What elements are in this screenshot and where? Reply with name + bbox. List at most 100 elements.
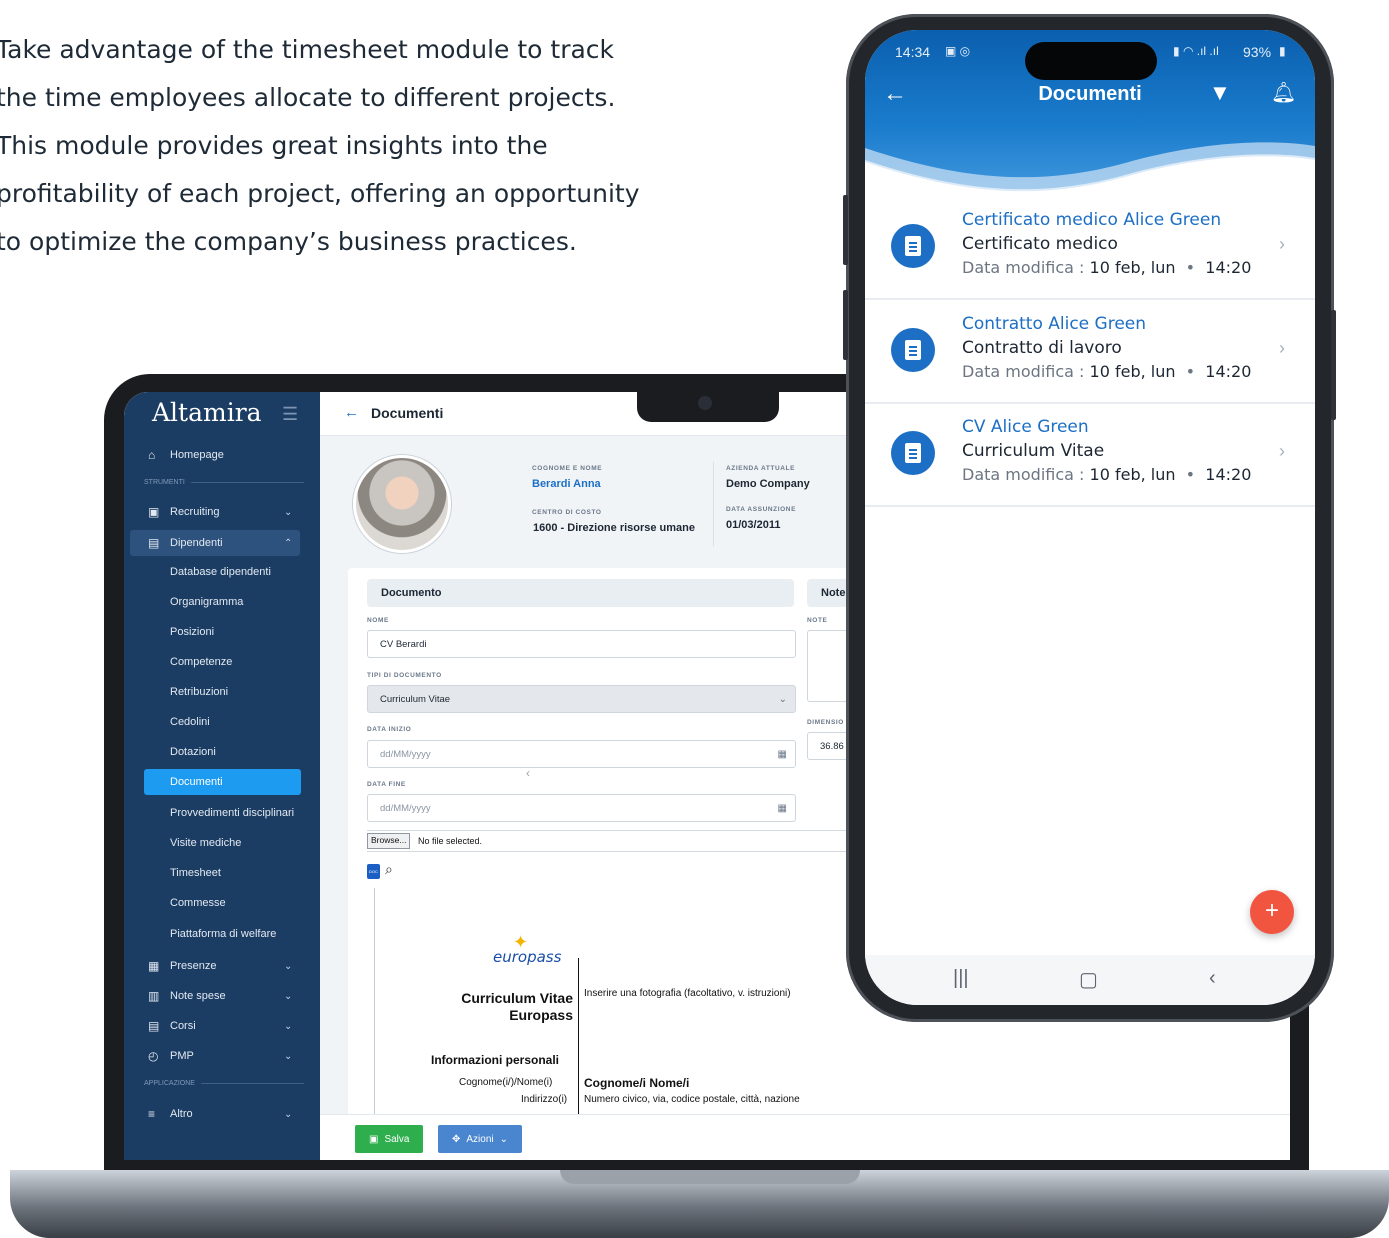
sidebar-subitem-database[interactable]: Database dipendenti <box>124 559 320 585</box>
name-label: COGNOME E NOME <box>532 465 603 472</box>
divider <box>713 462 714 546</box>
save-button[interactable]: ▣ Salva <box>355 1125 424 1153</box>
add-document-button[interactable]: + <box>1250 890 1294 934</box>
sidebar-item-label: Homepage <box>170 449 224 461</box>
chevron-down-icon: ⌄ <box>284 1108 293 1120</box>
sidebar-item-label: Database dipendenti <box>170 566 271 578</box>
meta-time: 14:20 <box>1205 465 1252 484</box>
document-icon <box>891 224 935 268</box>
document-list-item[interactable]: Certificato medico Alice Green Certifica… <box>865 196 1315 300</box>
sidebar-subitem-organigramma[interactable]: Organigramma <box>124 589 320 615</box>
sidebar-item-dipendenti[interactable]: ▤ Dipendenti ⌃ <box>130 530 300 556</box>
hire-date-value: 01/03/2011 <box>726 519 781 531</box>
europass-logo: europass <box>493 948 562 966</box>
sidebar-subitem-timesheet[interactable]: Timesheet <box>124 860 320 886</box>
calendar-icon[interactable]: ▦ <box>778 749 787 760</box>
document-icon <box>891 431 935 475</box>
actions-button[interactable]: ✥ Azioni ⌄ <box>438 1125 523 1153</box>
phone-side-button <box>843 290 848 360</box>
document-icon[interactable]: DOC <box>367 864 380 879</box>
company-value: Demo Company <box>726 478 810 490</box>
filter-icon[interactable]: ▼ <box>1209 80 1231 106</box>
chevron-down-icon: ⌄ <box>284 506 293 518</box>
intro-line: This module provides great insights into… <box>0 131 548 160</box>
sidebar-item-label: Dotazioni <box>170 746 216 758</box>
input-placeholder: dd/MM/yyyy <box>380 748 431 760</box>
sidebar-item-note-spese[interactable]: ▥ Note spese ⌄ <box>124 983 320 1009</box>
sidebar-subitem-visite[interactable]: Visite mediche <box>124 830 320 856</box>
tab-documento[interactable]: Documento <box>367 579 794 607</box>
sidebar: Altamira ☰ ⌂ Homepage STRUMENTI ▣ Recrui… <box>124 392 320 1160</box>
sidebar-item-pmp[interactable]: ◴ PMP ⌄ <box>124 1043 320 1069</box>
sidebar-item-label: Note spese <box>170 990 226 1002</box>
document-name: Contratto Alice Green <box>962 314 1147 334</box>
notification-icon: ▣ ◎ <box>945 44 971 58</box>
employee-avatar <box>353 455 451 553</box>
data-inizio-input[interactable]: dd/MM/yyyy ▦ <box>367 740 796 768</box>
sidebar-subitem-documenti[interactable]: Documenti <box>144 769 301 795</box>
sidebar-item-label: Corsi <box>170 1020 196 1032</box>
employee-name[interactable]: Berardi Anna <box>532 478 601 490</box>
chevron-down-icon: ⌄ <box>284 960 293 972</box>
calendar-icon: ▦ <box>148 959 160 973</box>
sidebar-item-label: Cedolini <box>170 716 210 728</box>
sidebar-subitem-commesse[interactable]: Commesse <box>124 890 320 916</box>
sidebar-subitem-provvedimenti[interactable]: Provvedimenti disciplinari <box>124 800 320 826</box>
document-list-item[interactable]: CV Alice Green Curriculum Vitae Data mod… <box>865 403 1315 507</box>
input-value: CV Berardi <box>380 638 427 650</box>
data-fine-input[interactable]: dd/MM/yyyy ▦ <box>367 794 796 822</box>
sidebar-item-label: Provvedimenti disciplinari <box>170 807 295 819</box>
cv-name-value: Cognome/i Nome/i <box>584 1076 690 1090</box>
sidebar-item-recruiting[interactable]: ▣ Recruiting ⌄ <box>124 499 320 525</box>
document-meta: Data modifica : 10 feb, lun • 14:20 <box>962 465 1252 484</box>
cv-title: Curriculum Vitae Europass <box>415 990 573 1024</box>
briefcase-icon: ▣ <box>148 505 160 519</box>
sidebar-subitem-welfare[interactable]: Piattaforma di welfare <box>124 921 320 947</box>
phone-side-button <box>843 195 848 265</box>
sidebar-subitem-dotazioni[interactable]: Dotazioni <box>124 739 320 765</box>
section-label-tools: STRUMENTI <box>144 479 304 486</box>
sidebar-subitem-retribuzioni[interactable]: Retribuzioni <box>124 679 320 705</box>
sidebar-item-corsi[interactable]: ▤ Corsi ⌄ <box>124 1013 320 1039</box>
calendar-icon[interactable]: ▦ <box>778 803 787 814</box>
book-icon: ▤ <box>148 1019 160 1033</box>
meta-label: Data modifica : <box>962 362 1085 381</box>
nome-input[interactable]: CV Berardi <box>367 630 796 658</box>
gauge-icon: ◴ <box>148 1049 159 1063</box>
sidebar-item-label: Commesse <box>170 897 226 909</box>
cost-center-value: 1600 - Direzione risorse umane <box>533 522 696 534</box>
bell-icon[interactable]: 🔔︎ <box>1271 80 1296 105</box>
recent-apps-icon[interactable]: ||| <box>953 967 969 990</box>
sidebar-item-label: Recruiting <box>170 506 220 518</box>
hire-date-label: DATA ASSUNZIONE <box>726 506 797 513</box>
sidebar-subitem-competenze[interactable]: Competenze <box>124 649 320 675</box>
back-icon[interactable]: ‹ <box>1209 967 1216 990</box>
header-wave <box>865 142 1315 200</box>
intro-line: profitability of each project, offering … <box>0 179 640 208</box>
sidebar-item-altro[interactable]: ≡ Altro ⌄ <box>124 1101 320 1127</box>
meta-time: 14:20 <box>1205 362 1252 381</box>
save-icon: ▣ <box>369 1133 379 1145</box>
sidebar-subitem-posizioni[interactable]: Posizioni <box>124 619 320 645</box>
document-list-item[interactable]: Contratto Alice Green Contratto di lavor… <box>865 300 1315 404</box>
phone-screen: 14:34 ▣ ◎ ▮ ◠ .ıl .ıl 93% ▮ ← Documenti … <box>865 30 1315 1005</box>
sidebar-subitem-cedolini[interactable]: Cedolini <box>124 709 320 735</box>
nome-label: NOME <box>367 617 389 624</box>
back-arrow-icon[interactable]: ← <box>344 404 359 421</box>
menu-icon[interactable]: ☰ <box>282 404 298 425</box>
intro-line: Take advantage of the timesheet module t… <box>0 35 615 64</box>
sidebar-item-label: Presenze <box>170 960 217 972</box>
search-icon[interactable]: ⌕ <box>385 861 393 878</box>
webcam <box>698 396 712 410</box>
home-icon[interactable]: ▢ <box>1079 967 1098 992</box>
cv-title-line: Curriculum Vitae <box>461 990 573 1006</box>
browse-button[interactable]: Browse... <box>367 833 411 849</box>
document-type: Curriculum Vitae <box>962 441 1105 461</box>
document-icon <box>891 328 935 372</box>
sidebar-item-label: Retribuzioni <box>170 686 229 698</box>
tipo-select[interactable]: Curriculum Vitae ⌄ <box>367 685 796 713</box>
collapse-sidebar-icon[interactable]: ‹ <box>526 766 530 780</box>
cv-divider <box>578 958 579 1128</box>
sidebar-item-presenze[interactable]: ▦ Presenze ⌄ <box>124 953 320 979</box>
sidebar-item-homepage[interactable]: ⌂ Homepage <box>124 442 320 468</box>
